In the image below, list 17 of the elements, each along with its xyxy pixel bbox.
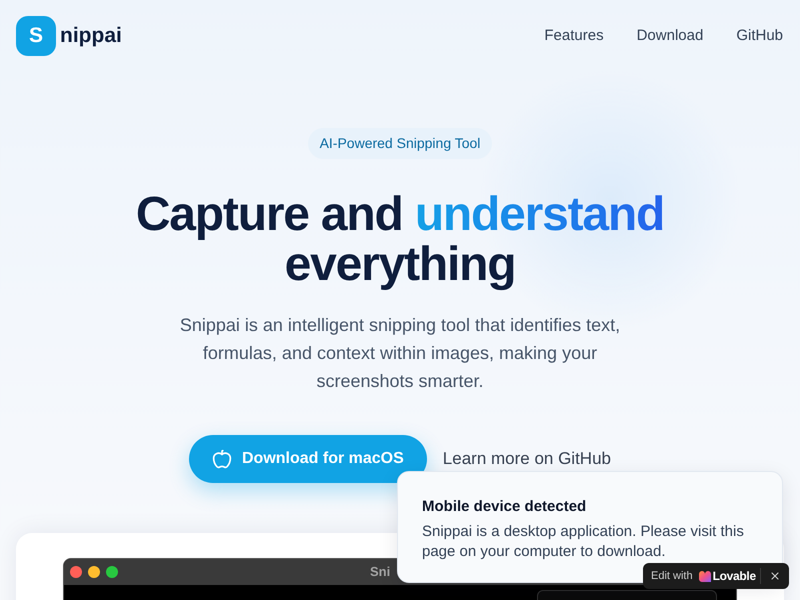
nav-link[interactable]: Features [544,24,604,48]
toast-message: Snippai is a desktop application. Please visit this page on your computer to download. [422,522,745,562]
window-title: Sni [370,563,390,582]
badge-prefix: Edit with [651,568,693,584]
nav-link[interactable]: GitHub [736,24,783,48]
hero-heading: Capture and understand everything [136,190,664,290]
hero-description: Snippai is an intelligent snipping tool that identifies text, formulas, and context within images, making your screenshots smarter. [178,314,622,393]
lovable-badge[interactable]: Edit with Lovable [643,563,789,589]
logo-wordmark: nippai [60,23,122,50]
nav-link[interactable]: Download [636,24,704,48]
close-icon [769,570,781,582]
tagline-pill: AI-Powered Snipping Tool [308,128,492,159]
badge-brand: Lovable [712,568,756,585]
apple-icon [212,449,232,469]
toast-title: Mobile device detected [422,496,588,517]
heart-icon [698,570,711,582]
github-link[interactable]: Learn more on GitHub [442,446,611,472]
